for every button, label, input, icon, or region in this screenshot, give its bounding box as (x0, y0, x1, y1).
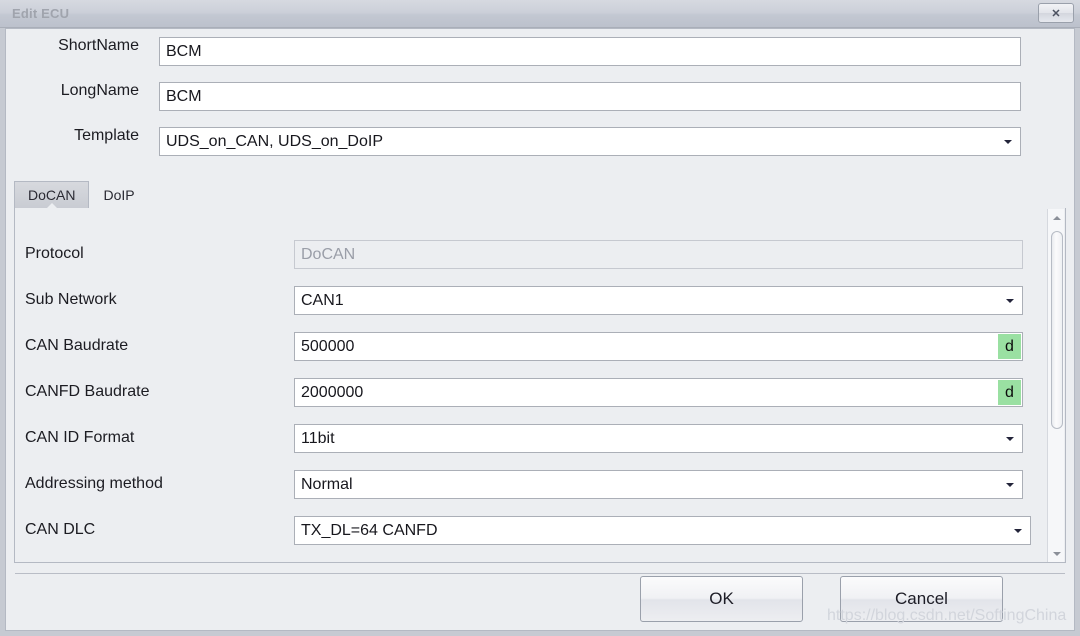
form-row-template: Template UDS_on_CAN, UDS_on_DoIP (6, 119, 1074, 164)
header-fields: ShortName BCM LongName BCM Template UDS_… (6, 29, 1074, 164)
can-id-format-label: CAN ID Format (25, 429, 135, 446)
scroll-up-icon[interactable] (1048, 209, 1065, 226)
form-row-addressing-method: Addressing method Normal (15, 466, 1035, 512)
can-id-format-value: 11bit (301, 429, 335, 447)
chevron-down-icon[interactable] (1006, 482, 1014, 487)
window-title: Edit ECU (12, 6, 70, 21)
form-row-can-baudrate: CAN Baudrate 500000 d (15, 328, 1035, 374)
form-row-canfd-baudrate: CANFD Baudrate 2000000 d (15, 374, 1035, 420)
form-row-shortname: ShortName BCM (6, 29, 1074, 74)
vertical-scrollbar[interactable] (1047, 209, 1064, 562)
canfd-baudrate-value: 2000000 (301, 383, 364, 401)
template-value: UDS_on_CAN, UDS_on_DoIP (166, 132, 383, 150)
can-dlc-label: CAN DLC (25, 521, 96, 538)
decimal-badge[interactable]: d (998, 334, 1021, 359)
sub-network-value: CAN1 (301, 291, 344, 309)
template-label: Template (74, 127, 139, 144)
tab-docan[interactable]: DoCAN (14, 181, 90, 209)
title-bar: Edit ECU ✕ (0, 0, 1080, 28)
form-row-can-id-format: CAN ID Format 11bit (15, 420, 1035, 466)
tab-doip[interactable]: DoIP (89, 181, 148, 208)
shortname-label: ShortName (58, 37, 139, 54)
scroll-down-icon[interactable] (1048, 545, 1065, 562)
protocol-label: Protocol (25, 245, 84, 262)
chevron-down-icon[interactable] (1004, 139, 1012, 144)
scrollbar-thumb[interactable] (1051, 231, 1063, 429)
tab-docan-label: DoCAN (28, 187, 76, 203)
cancel-button[interactable]: Cancel (840, 576, 1003, 622)
form-row-sub-network: Sub Network CAN1 (15, 282, 1035, 328)
dialog-client-area: ShortName BCM LongName BCM Template UDS_… (0, 28, 1080, 636)
addressing-method-label: Addressing method (25, 475, 163, 492)
triangle-up-icon (1052, 215, 1061, 220)
protocol-value: DoCAN (301, 245, 356, 263)
can-baudrate-input[interactable]: 500000 d (294, 332, 1023, 361)
can-dlc-combobox[interactable]: TX_DL=64 CANFD (294, 516, 1031, 545)
docan-tab-panel: Protocol DoCAN Sub Network CAN1 CAN Baud… (14, 208, 1066, 563)
can-baudrate-label: CAN Baudrate (25, 337, 129, 354)
addressing-method-value: Normal (301, 475, 353, 493)
canfd-baudrate-label: CANFD Baudrate (25, 383, 150, 400)
form-row-can-dlc: CAN DLC TX_DL=64 CANFD (15, 512, 1035, 558)
addressing-method-combobox[interactable]: Normal (294, 470, 1023, 499)
tab-strip: DoCAN DoIP (14, 180, 1066, 209)
triangle-down-icon (1052, 551, 1061, 556)
sub-network-label: Sub Network (25, 291, 117, 308)
chevron-down-icon[interactable] (1014, 528, 1022, 533)
can-dlc-value: TX_DL=64 CANFD (301, 521, 438, 539)
canfd-baudrate-input[interactable]: 2000000 d (294, 378, 1023, 407)
sub-network-combobox[interactable]: CAN1 (294, 286, 1023, 315)
form-row-protocol: Protocol DoCAN (15, 236, 1035, 282)
protocol-readonly-field: DoCAN (294, 240, 1023, 269)
longname-label: LongName (60, 82, 139, 99)
tab-doip-label: DoIP (103, 186, 135, 203)
longname-input[interactable]: BCM (159, 82, 1021, 111)
form-row-longname: LongName BCM (6, 74, 1074, 119)
can-id-format-combobox[interactable]: 11bit (294, 424, 1023, 453)
edit-ecu-dialog: Edit ECU ✕ ShortName BCM LongName BCM Te… (0, 0, 1080, 636)
dialog-client-inner: ShortName BCM LongName BCM Template UDS_… (5, 28, 1075, 631)
longname-value: BCM (166, 87, 202, 105)
close-icon[interactable]: ✕ (1038, 3, 1074, 23)
button-bar-separator (15, 573, 1065, 574)
ok-button[interactable]: OK (640, 576, 803, 622)
shortname-input[interactable]: BCM (159, 37, 1021, 66)
chevron-down-icon[interactable] (1006, 298, 1014, 303)
can-baudrate-value: 500000 (301, 337, 355, 355)
decimal-badge[interactable]: d (998, 380, 1021, 405)
docan-form: Protocol DoCAN Sub Network CAN1 CAN Baud… (15, 236, 1035, 558)
shortname-value: BCM (166, 42, 202, 60)
chevron-down-icon[interactable] (1006, 436, 1014, 441)
template-combobox[interactable]: UDS_on_CAN, UDS_on_DoIP (159, 127, 1021, 156)
